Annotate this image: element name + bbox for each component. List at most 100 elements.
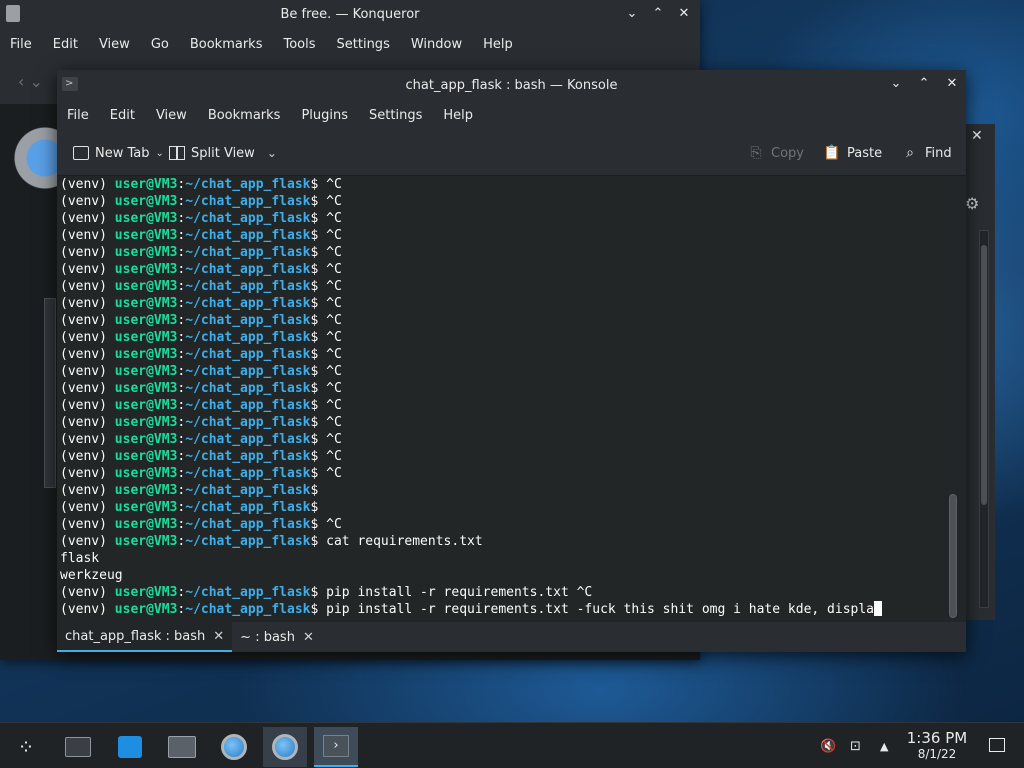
background-window-right: ✕ ⚙ — [965, 124, 995, 620]
konq-menu-window[interactable]: Window — [411, 37, 462, 52]
split-view-icon — [169, 146, 185, 160]
scrollbar[interactable] — [979, 230, 989, 608]
terminal-prompt-line: (venv) user@VM3:~/chat_app_flask$ pip in… — [60, 584, 944, 601]
output-text: werkzeug — [60, 568, 123, 583]
prompt-command: ^C — [326, 381, 342, 396]
taskbar-dolphin[interactable] — [160, 727, 204, 767]
terminal-prompt-line: (venv) user@VM3:~/chat_app_flask$ — [60, 499, 944, 516]
close-icon[interactable]: ✕ — [971, 128, 983, 144]
prompt-path: ~/chat_app_flask — [185, 364, 311, 379]
konqueror-titlebar[interactable]: Be free. — Konqueror ⌄ ⌃ ✕ — [0, 0, 700, 28]
prompt-command: cat requirements.txt — [326, 534, 483, 549]
split-view-button[interactable]: Split View ⌄ — [169, 142, 277, 164]
konsole-titlebar[interactable]: > chat_app_flask : bash — Konsole ⌄ ⌃ ✕ — [57, 70, 966, 100]
close-tab-icon[interactable]: ✕ — [303, 630, 314, 645]
tab-home-bash[interactable]: ~ : bash ✕ — [232, 622, 322, 652]
taskbar-discover[interactable] — [108, 727, 152, 767]
menu-settings[interactable]: Settings — [369, 108, 422, 123]
prompt-command: ^C — [326, 313, 342, 328]
prompt-symbol: $ — [310, 585, 327, 600]
prompt-path: ~/chat_app_flask — [185, 585, 311, 600]
menu-view[interactable]: View — [156, 108, 187, 123]
konq-menu-view[interactable]: View — [99, 37, 130, 52]
application-launcher-button[interactable]: ⁘ — [4, 727, 48, 767]
konq-menu-help[interactable]: Help — [483, 37, 513, 52]
konq-menu-go[interactable]: Go — [151, 37, 169, 52]
terminal-output[interactable]: (venv) user@VM3:~/chat_app_flask$ ^C (ven… — [57, 176, 944, 620]
prompt-command: ^C — [326, 449, 342, 464]
tab-label: chat_app_flask : bash — [65, 628, 206, 644]
menu-edit[interactable]: Edit — [110, 108, 135, 123]
show-desktop-icon[interactable] — [989, 738, 1005, 752]
prompt-venv: (venv) — [60, 245, 115, 260]
maximize-icon[interactable]: ⌃ — [650, 5, 666, 23]
prompt-user: user@VM3 — [114, 585, 178, 600]
taskbar-browser[interactable] — [212, 727, 256, 767]
taskbar-konsole[interactable]: › — [314, 727, 358, 767]
prompt-path: ~/chat_app_flask — [185, 177, 311, 192]
scrollbar-thumb[interactable] — [981, 245, 987, 505]
find-label: Find — [925, 145, 952, 161]
paste-button[interactable]: 📋 Paste — [823, 142, 882, 164]
prompt-symbol: $ — [310, 466, 327, 481]
menu-help[interactable]: Help — [443, 108, 473, 123]
close-icon[interactable]: ✕ — [944, 75, 960, 93]
minimize-icon[interactable]: ⌄ — [888, 75, 904, 93]
copy-icon: ⎘ — [750, 145, 762, 161]
network-icon[interactable]: ⊡ — [850, 723, 861, 768]
prompt-path: ~/chat_app_flask — [185, 381, 311, 396]
prompt-command: ^C — [326, 432, 342, 447]
prompt-symbol: $ — [310, 398, 327, 413]
prompt-symbol: $ — [310, 347, 327, 362]
prompt-user: user@VM3 — [114, 381, 178, 396]
chevron-down-icon[interactable]: ⌄ — [156, 148, 164, 159]
konq-menu-settings[interactable]: Settings — [337, 37, 390, 52]
prompt-venv: (venv) — [60, 228, 115, 243]
menu-bookmarks[interactable]: Bookmarks — [208, 108, 281, 123]
prompt-venv: (venv) — [60, 500, 115, 515]
prompt-symbol: $ — [310, 602, 327, 617]
prompt-path: ~/chat_app_flask — [185, 228, 311, 243]
tray-expand-icon[interactable]: ▲ — [880, 723, 888, 768]
scrollbar-thumb[interactable] — [949, 494, 957, 618]
prompt-user: user@VM3 — [114, 534, 178, 549]
clock[interactable]: 1:36 PM 8/1/22 — [902, 729, 972, 762]
prompt-command: ^C — [326, 296, 342, 311]
maximize-icon[interactable]: ⌃ — [916, 75, 932, 93]
terminal-prompt-line: (venv) user@VM3:~/chat_app_flask$ ^C — [60, 363, 944, 380]
minimize-icon[interactable]: ⌄ — [624, 5, 640, 23]
volume-muted-icon[interactable]: 🔇 — [820, 723, 836, 768]
text-cursor — [874, 601, 883, 616]
konq-menu-bookmarks[interactable]: Bookmarks — [190, 37, 263, 52]
taskbar-konqueror[interactable] — [263, 727, 307, 767]
terminal-prompt-line: (venv) user@VM3:~/chat_app_flask$ ^C — [60, 397, 944, 414]
taskbar-files[interactable] — [56, 727, 100, 767]
store-icon — [118, 736, 142, 758]
konq-menu-tools[interactable]: Tools — [283, 37, 315, 52]
prompt-user: user@VM3 — [114, 466, 178, 481]
konq-menu-edit[interactable]: Edit — [53, 37, 78, 52]
gear-icon[interactable]: ⚙ — [965, 194, 979, 213]
clock-time: 1:36 PM — [906, 729, 968, 747]
close-icon[interactable]: ✕ — [676, 5, 692, 23]
prompt-command: ^C — [326, 466, 342, 481]
back-icon[interactable]: ‹ ⌄ — [18, 72, 43, 91]
menu-file[interactable]: File — [67, 108, 89, 123]
find-button[interactable]: ⌕ Find — [901, 142, 952, 164]
split-view-label: Split View — [191, 145, 255, 161]
menu-plugins[interactable]: Plugins — [301, 108, 348, 123]
prompt-venv: (venv) — [60, 262, 115, 277]
prompt-symbol: $ — [310, 262, 327, 277]
prompt-venv: (venv) — [60, 296, 115, 311]
konq-menu-file[interactable]: File — [10, 37, 32, 52]
close-tab-icon[interactable]: ✕ — [213, 629, 224, 644]
chevron-down-icon[interactable]: ⌄ — [267, 146, 277, 160]
prompt-user: user@VM3 — [114, 313, 178, 328]
prompt-venv: (venv) — [60, 364, 115, 379]
prompt-path: ~/chat_app_flask — [185, 432, 311, 447]
tab-chat-app-flask[interactable]: chat_app_flask : bash ✕ — [57, 622, 233, 652]
prompt-symbol: $ — [310, 296, 327, 311]
terminal-scrollbar[interactable] — [946, 176, 960, 620]
copy-button[interactable]: ⎘ Copy — [747, 142, 804, 164]
new-tab-button[interactable]: New Tab ⌄ — [73, 142, 164, 164]
